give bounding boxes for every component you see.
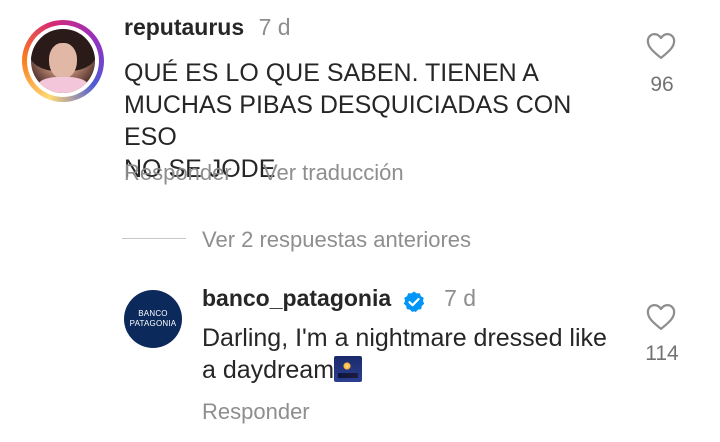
like-button[interactable] — [646, 303, 676, 336]
heart-outline-icon — [646, 304, 676, 330]
comment-header: banco_patagonia 7 d — [202, 285, 476, 314]
timestamp: 7 d — [258, 14, 291, 40]
comment-line: Darling, I'm a nightmare dressed like — [202, 324, 607, 352]
replies-divider — [122, 238, 186, 239]
like-count: 114 — [645, 342, 679, 365]
logo-line: BANCO — [138, 309, 168, 318]
comment-line: MUCHAS PIBAS DESQUICIADAS CON ESO — [124, 91, 572, 151]
avatar-banco-patagonia[interactable]: BANCO PATAGONIA — [124, 290, 182, 348]
reply-button[interactable]: Responder — [202, 399, 310, 425]
view-replies-button[interactable]: Ver 2 respuestas anteriores — [202, 227, 471, 253]
username[interactable]: reputaurus — [124, 14, 244, 40]
night-with-stars-emoji — [334, 356, 363, 382]
comment-line: a daydream — [202, 354, 642, 386]
comment-body: Darling, I'm a nightmare dressed like a … — [202, 322, 642, 386]
logo-line: PATAGONIA — [129, 319, 177, 328]
comment-header: reputaurus 7 d — [124, 14, 291, 41]
timestamp: 7 d — [444, 285, 477, 311]
avatar-photo — [31, 29, 95, 93]
username[interactable]: banco_patagonia — [202, 285, 391, 311]
avatar-face — [49, 43, 77, 79]
avatar-shirt — [37, 77, 89, 93]
avatar-reputaurus[interactable] — [22, 20, 104, 102]
avatar-ring-gap — [27, 25, 99, 97]
verified-badge-icon — [403, 291, 424, 312]
like-button[interactable] — [646, 32, 676, 65]
comment-line: QUÉ ES LO QUE SABEN. TIENEN A — [124, 59, 539, 87]
reply-button[interactable]: Responder — [124, 160, 232, 186]
comment-line-text: a daydream — [202, 356, 335, 384]
like-count: 96 — [650, 73, 674, 96]
see-translation-button[interactable]: Ver traducción — [263, 160, 404, 186]
heart-outline-icon — [646, 33, 676, 59]
